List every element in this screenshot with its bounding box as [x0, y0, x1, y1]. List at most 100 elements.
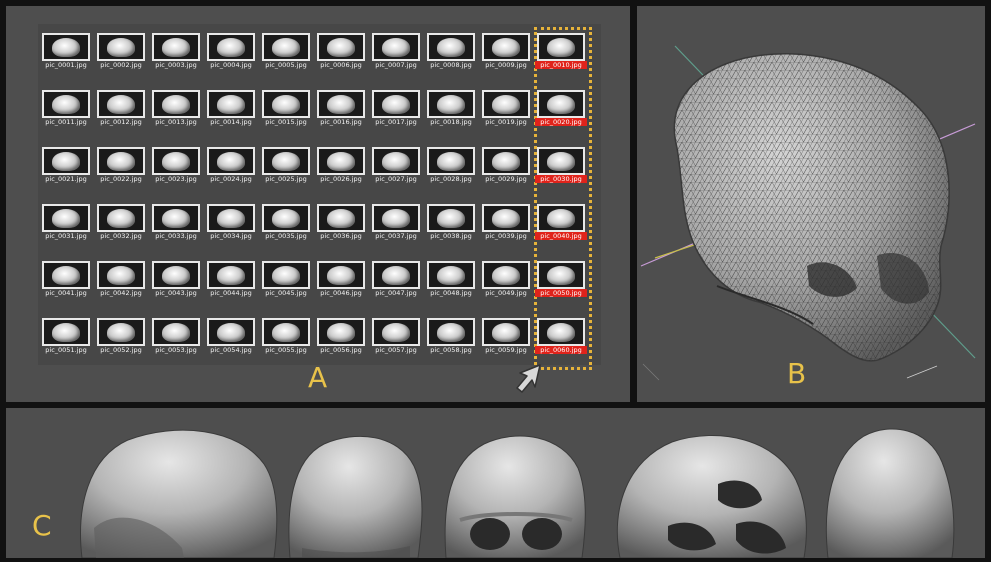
- image-thumbnail[interactable]: pic_0042.jpg: [97, 261, 145, 297]
- image-thumbnail[interactable]: pic_0030.jpg: [535, 147, 587, 183]
- image-thumbnail[interactable]: pic_0005.jpg: [262, 33, 310, 69]
- thumbnail-filename: pic_0009.jpg: [485, 61, 527, 69]
- thumbnail-filename: pic_0059.jpg: [485, 346, 527, 354]
- image-thumbnail[interactable]: pic_0040.jpg: [535, 204, 587, 240]
- image-thumbnail[interactable]: pic_0003.jpg: [152, 33, 200, 69]
- thumbnail-image: [317, 147, 365, 175]
- thumbnail-filename: pic_0004.jpg: [210, 61, 252, 69]
- skull-photo-icon: [382, 208, 410, 228]
- image-thumbnail[interactable]: pic_0041.jpg: [42, 261, 90, 297]
- image-thumbnail[interactable]: pic_0021.jpg: [42, 147, 90, 183]
- image-thumbnail[interactable]: pic_0020.jpg: [535, 90, 587, 126]
- thumbnail-filename: pic_0042.jpg: [100, 289, 142, 297]
- image-thumbnail[interactable]: pic_0038.jpg: [427, 204, 475, 240]
- image-thumbnail[interactable]: pic_0043.jpg: [152, 261, 200, 297]
- image-thumbnail[interactable]: pic_0056.jpg: [317, 318, 365, 354]
- thumbnail-filename: pic_0007.jpg: [375, 61, 417, 69]
- image-thumbnail[interactable]: pic_0037.jpg: [372, 204, 420, 240]
- thumbnail-image: [262, 90, 310, 118]
- skull-view-superior: [825, 428, 955, 559]
- thumbnail-image: [42, 147, 90, 175]
- thumbnail-grid: [38, 24, 601, 365]
- image-thumbnail[interactable]: pic_0039.jpg: [482, 204, 530, 240]
- thumbnail-filename: pic_0055.jpg: [265, 346, 307, 354]
- image-thumbnail[interactable]: pic_0010.jpg: [535, 33, 587, 69]
- thumbnail-filename: pic_0026.jpg: [320, 175, 362, 183]
- thumbnail-image: [97, 261, 145, 289]
- image-thumbnail[interactable]: pic_0007.jpg: [372, 33, 420, 69]
- thumbnail-image: [537, 147, 585, 175]
- thumbnail-filename: pic_0001.jpg: [45, 61, 87, 69]
- image-thumbnail[interactable]: pic_0054.jpg: [207, 318, 255, 354]
- image-thumbnail[interactable]: pic_0059.jpg: [482, 318, 530, 354]
- image-thumbnail[interactable]: pic_0019.jpg: [482, 90, 530, 126]
- image-thumbnail[interactable]: pic_0033.jpg: [152, 204, 200, 240]
- image-thumbnail[interactable]: pic_0036.jpg: [317, 204, 365, 240]
- image-thumbnail[interactable]: pic_0049.jpg: [482, 261, 530, 297]
- image-thumbnail[interactable]: pic_0012.jpg: [97, 90, 145, 126]
- thumbnail-image: [427, 204, 475, 232]
- skull-photo-icon: [217, 322, 245, 342]
- image-thumbnail[interactable]: pic_0051.jpg: [42, 318, 90, 354]
- image-thumbnail[interactable]: pic_0002.jpg: [97, 33, 145, 69]
- thumbnail-filename: pic_0044.jpg: [210, 289, 252, 297]
- viewport-3d[interactable]: [637, 6, 985, 402]
- thumbnail-image: [262, 261, 310, 289]
- image-thumbnail[interactable]: pic_0035.jpg: [262, 204, 310, 240]
- image-thumbnail[interactable]: pic_0006.jpg: [317, 33, 365, 69]
- image-thumbnail[interactable]: pic_0025.jpg: [262, 147, 310, 183]
- thumbnail-image: [207, 261, 255, 289]
- image-thumbnail[interactable]: pic_0057.jpg: [372, 318, 420, 354]
- image-thumbnail[interactable]: pic_0014.jpg: [207, 90, 255, 126]
- image-thumbnail[interactable]: pic_0052.jpg: [97, 318, 145, 354]
- image-thumbnail[interactable]: pic_0017.jpg: [372, 90, 420, 126]
- thumbnail-filename: pic_0048.jpg: [430, 289, 472, 297]
- image-thumbnail[interactable]: pic_0046.jpg: [317, 261, 365, 297]
- image-thumbnail[interactable]: pic_0047.jpg: [372, 261, 420, 297]
- image-thumbnail[interactable]: pic_0001.jpg: [42, 33, 90, 69]
- image-thumbnail[interactable]: pic_0050.jpg: [535, 261, 587, 297]
- image-thumbnail[interactable]: pic_0018.jpg: [427, 90, 475, 126]
- image-thumbnail[interactable]: pic_0022.jpg: [97, 147, 145, 183]
- image-thumbnail[interactable]: pic_0026.jpg: [317, 147, 365, 183]
- image-thumbnail[interactable]: pic_0009.jpg: [482, 33, 530, 69]
- image-thumbnail[interactable]: pic_0029.jpg: [482, 147, 530, 183]
- skull-photo-icon: [382, 265, 410, 285]
- image-thumbnail[interactable]: pic_0060.jpg: [535, 318, 587, 354]
- image-thumbnail[interactable]: pic_0053.jpg: [152, 318, 200, 354]
- image-thumbnail[interactable]: pic_0048.jpg: [427, 261, 475, 297]
- image-thumbnail[interactable]: pic_0023.jpg: [152, 147, 200, 183]
- thumbnail-filename: pic_0030.jpg: [535, 175, 587, 183]
- thumbnail-filename: pic_0041.jpg: [45, 289, 87, 297]
- image-thumbnail[interactable]: pic_0045.jpg: [262, 261, 310, 297]
- image-thumbnail[interactable]: pic_0034.jpg: [207, 204, 255, 240]
- thumbnail-filename: pic_0037.jpg: [375, 232, 417, 240]
- thumbnail-image: [372, 90, 420, 118]
- image-thumbnail[interactable]: pic_0058.jpg: [427, 318, 475, 354]
- image-thumbnail[interactable]: pic_0013.jpg: [152, 90, 200, 126]
- skull-wireframe-mesh[interactable]: [657, 46, 967, 376]
- image-thumbnail[interactable]: pic_0004.jpg: [207, 33, 255, 69]
- image-thumbnail[interactable]: pic_0016.jpg: [317, 90, 365, 126]
- image-thumbnail[interactable]: pic_0028.jpg: [427, 147, 475, 183]
- image-thumbnail[interactable]: pic_0024.jpg: [207, 147, 255, 183]
- thumbnail-filename: pic_0051.jpg: [45, 346, 87, 354]
- thumbnail-filename: pic_0039.jpg: [485, 232, 527, 240]
- thumbnail-filename: pic_0049.jpg: [485, 289, 527, 297]
- skull-photo-icon: [327, 94, 355, 114]
- image-thumbnail[interactable]: pic_0032.jpg: [97, 204, 145, 240]
- image-thumbnail[interactable]: pic_0015.jpg: [262, 90, 310, 126]
- image-thumbnail[interactable]: pic_0044.jpg: [207, 261, 255, 297]
- panel-label-c: C: [32, 509, 52, 542]
- image-thumbnail[interactable]: pic_0011.jpg: [42, 90, 90, 126]
- image-thumbnail[interactable]: pic_0031.jpg: [42, 204, 90, 240]
- skull-photo-icon: [492, 265, 520, 285]
- image-thumbnail[interactable]: pic_0027.jpg: [372, 147, 420, 183]
- thumbnail-image: [427, 90, 475, 118]
- thumbnail-filename: pic_0036.jpg: [320, 232, 362, 240]
- thumbnail-filename: pic_0014.jpg: [210, 118, 252, 126]
- image-thumbnail[interactable]: pic_0008.jpg: [427, 33, 475, 69]
- image-thumbnail[interactable]: pic_0055.jpg: [262, 318, 310, 354]
- skull-photo-icon: [272, 322, 300, 342]
- skull-photo-icon: [107, 322, 135, 342]
